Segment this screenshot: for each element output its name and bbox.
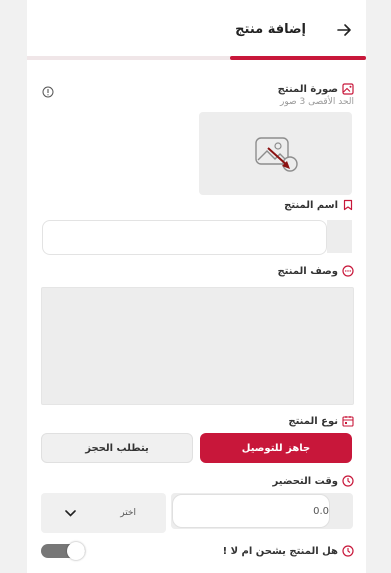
product-description-label: وصف المنتج [277,265,354,277]
prep-time-input-wrap: 0.0 [171,493,353,529]
product-type-label: نوع المنتج [288,415,354,427]
shipping-label-text: هل المنتج يشحن ام لا ! [222,545,338,557]
shipping-toggle[interactable] [41,542,85,560]
phone-screen: إضافة منتج صورة المنتج الحد الأقصى 3 صور [27,0,366,573]
requires-booking-button[interactable]: يتطلب الحجز [41,433,193,463]
prep-time-input[interactable]: 0.0 [172,494,330,528]
image-limit-hint: الحد الأقصى 3 صور [280,97,354,107]
clock-icon [342,475,354,487]
box-icon [342,416,354,427]
product-type-label-text: نوع المنتج [288,415,338,427]
product-description-textarea[interactable] [41,287,354,405]
prep-time-label-text: وقت التحضير [272,475,338,487]
prep-time-value: 0.0 [313,505,329,517]
chevron-down-icon [65,509,76,517]
info-icon[interactable] [42,86,54,98]
shipping-label: هل المنتج يشحن ام لا ! [223,545,354,557]
product-image-label: صورة المنتج [278,83,354,95]
product-name-input[interactable] [42,220,327,255]
chat-bubble-icon [342,265,354,277]
product-name-label-text: اسم المنتج [284,199,338,211]
back-arrow-icon[interactable] [334,20,354,40]
progress-bar [27,56,366,60]
product-image-label-text: صورة المنتج [277,83,338,95]
product-name-label: اسم المنتج [284,199,354,211]
time-unit-dropdown[interactable]: اختر [41,493,166,533]
product-description-label-text: وصف المنتج [277,265,338,277]
image-upload-box[interactable] [199,112,352,195]
ready-for-delivery-button[interactable]: جاهز للتوصيل [200,433,352,463]
header: إضافة منتج [27,0,366,58]
clock-icon [342,545,354,557]
prep-time-label: وقت التحضير [273,475,354,487]
page-title: إضافة منتج [235,22,306,37]
image-icon [342,83,354,95]
time-unit-placeholder: اختر [120,508,136,518]
toggle-knob [67,542,85,560]
bookmark-icon [343,199,353,211]
progress-fill [230,56,366,60]
upload-image-icon [254,136,298,172]
name-input-side [327,220,352,253]
